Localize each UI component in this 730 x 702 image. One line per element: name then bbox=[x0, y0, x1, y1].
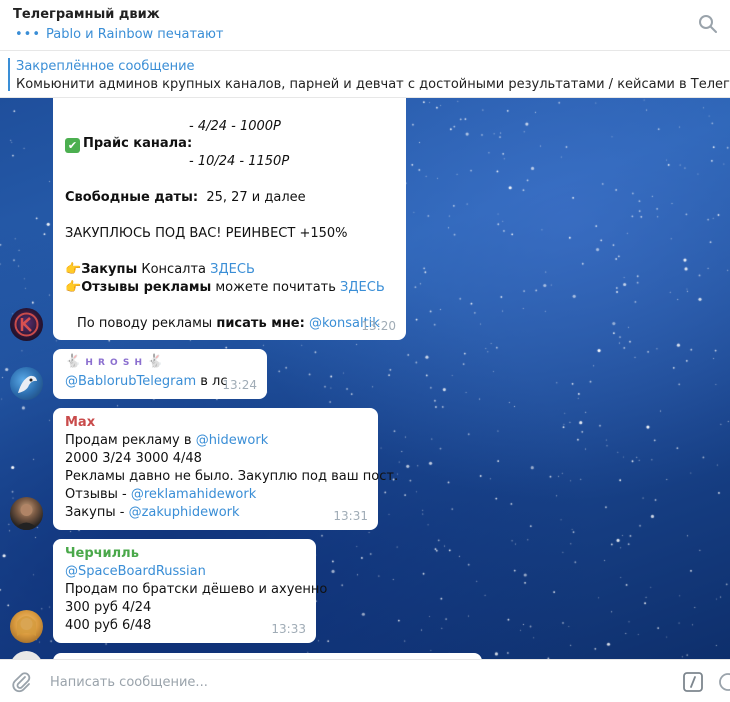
pinned-label: Закреплённое сообщение bbox=[16, 59, 195, 74]
typing-status: ••• Pablo и Rainbow печатают bbox=[15, 27, 224, 42]
purchases-text: Консалта bbox=[141, 262, 207, 277]
free-dates-value: 25, 27 и далее bbox=[206, 190, 306, 205]
rabbit-icon: 🐇 bbox=[147, 354, 164, 369]
pointing-hand-icon: 👉 bbox=[65, 280, 82, 295]
avatar-logo-icon bbox=[14, 312, 39, 337]
reviews-text: можете почитать bbox=[215, 280, 336, 295]
pointing-hand-icon: 👉 bbox=[65, 262, 82, 277]
purchases-link[interactable]: ЗДЕСЬ bbox=[210, 262, 255, 277]
rabbit-icon: 🐇 bbox=[65, 354, 82, 369]
chat-title[interactable]: Телеграмный движ bbox=[13, 7, 160, 22]
typing-dots-icon: ••• bbox=[15, 27, 42, 42]
purchases-line: 👉Закупы Консалта ЗДЕСЬ bbox=[65, 261, 255, 279]
reviews-label: Отзывы рекламы bbox=[81, 280, 212, 295]
message-max[interactable]: Max Продам рекламу в @hidework 2000 3/24… bbox=[53, 408, 398, 530]
avatar-person-icon bbox=[14, 504, 39, 530]
typing-text: Pablo и Rainbow печатают bbox=[46, 27, 224, 42]
ads-text: По поводу рекламы bbox=[77, 316, 213, 331]
check-mark-icon: ✔ bbox=[65, 138, 80, 153]
paperclip-icon[interactable] bbox=[10, 671, 32, 693]
chat-header: Телеграмный движ ••• Pablo и Rainbow печа… bbox=[0, 0, 730, 51]
message-composer bbox=[0, 659, 730, 702]
price-line-2: - 10/24 - 1150Р bbox=[189, 154, 290, 169]
pinned-text: Комьюнити админов крупных каналов, парне… bbox=[16, 77, 730, 92]
avatar-consult[interactable] bbox=[10, 308, 43, 341]
hrosh-link-line: @BablorubTelegram в лс bbox=[65, 373, 228, 391]
price-label: Прайс канала: bbox=[83, 136, 193, 151]
message-input[interactable] bbox=[48, 670, 652, 694]
avatar-churchill[interactable] bbox=[10, 610, 43, 643]
spaceboard-link[interactable]: @SpaceBoardRussian bbox=[65, 564, 206, 579]
message-churchill[interactable]: Черчилль @SpaceBoardRussian Продам по бр… bbox=[53, 539, 327, 643]
avatar-character-icon bbox=[18, 375, 37, 393]
pinned-message[interactable]: Закреплённое сообщение Комьюнити админов… bbox=[0, 51, 730, 98]
price-label-line: ✔ Прайс канала: bbox=[65, 135, 192, 153]
max-line-5-text: Закупы - bbox=[65, 505, 125, 520]
reviews-line: 👉Отзывы рекламы можете почитать ЗДЕСЬ bbox=[65, 279, 385, 297]
message-time: 13:33 bbox=[271, 622, 306, 636]
hrosh-name: H R O S H bbox=[85, 358, 143, 368]
max-line-4: Отзывы - @reklamahidework bbox=[65, 486, 256, 504]
pinned-accent-bar bbox=[8, 58, 10, 91]
purchases-label: Закупы bbox=[81, 262, 138, 277]
promo-line: ЗАКУПЛЮСЬ ПОД ВАС! РЕИНВЕСТ +150% bbox=[65, 226, 348, 241]
max-line-3: Рекламы давно не было. Закуплю под ваш п… bbox=[65, 469, 399, 484]
search-icon[interactable] bbox=[698, 14, 718, 34]
free-dates-line: Свободные даты: 25, 27 и далее bbox=[65, 189, 306, 207]
avatar-max[interactable] bbox=[10, 497, 43, 530]
churchill-line-4: 400 руб 6/48 bbox=[65, 618, 152, 633]
churchill-line-2: Продам по братски дёшево и ахуенно bbox=[65, 582, 328, 597]
ads-bold: писать мне: bbox=[216, 316, 305, 331]
max-line-1-text: Продам рекламу в bbox=[65, 433, 192, 448]
message-time: 13:24 bbox=[222, 378, 257, 392]
reklamahidework-link[interactable]: @reklamahidework bbox=[131, 487, 256, 502]
message-time: 13:31 bbox=[333, 509, 368, 523]
emoji-icon[interactable] bbox=[716, 671, 730, 693]
price-line-1: - 4/24 - 1000Р bbox=[189, 119, 281, 134]
max-line-1: Продам рекламу в @hidework bbox=[65, 432, 268, 450]
ads-contact-line: По поводу рекламы писать мне: @konsaltik bbox=[77, 315, 380, 333]
max-line-4-text: Отзывы - bbox=[65, 487, 127, 502]
churchill-line-3: 300 руб 4/24 bbox=[65, 600, 152, 615]
hrosh-name-line: 🐇 H R O S H 🐇 bbox=[65, 353, 163, 372]
message-time: 13:20 bbox=[361, 319, 396, 333]
avatar-hrosh[interactable] bbox=[10, 367, 43, 400]
sender-name-max[interactable]: Max bbox=[65, 414, 95, 432]
max-line-2: 2000 3/24 3000 4/48 bbox=[65, 451, 202, 466]
churchill-line-1: @SpaceBoardRussian bbox=[65, 563, 206, 581]
chat-area[interactable]: - 4/24 - 1000Р ✔ Прайс канала: - 10/24 - … bbox=[0, 98, 730, 659]
free-dates-label: Свободные даты: bbox=[65, 190, 199, 205]
message-hrosh[interactable]: 🐇 H R O S H 🐇 @BablorubTelegram в лс 13:… bbox=[53, 349, 267, 399]
avatar-person-icon bbox=[17, 616, 36, 636]
message-consult-ad[interactable]: - 4/24 - 1000Р ✔ Прайс канала: - 10/24 - … bbox=[53, 98, 406, 340]
sender-name-churchill[interactable]: Черчилль bbox=[65, 545, 139, 563]
hidework-link[interactable]: @hidework bbox=[196, 433, 269, 448]
max-line-5: Закупы - @zakuphidework bbox=[65, 504, 240, 522]
bot-command-icon[interactable] bbox=[682, 671, 704, 693]
reviews-link[interactable]: ЗДЕСЬ bbox=[340, 280, 385, 295]
zakuphidework-link[interactable]: @zakuphidework bbox=[129, 505, 240, 520]
hrosh-link[interactable]: @BablorubTelegram bbox=[65, 374, 196, 389]
